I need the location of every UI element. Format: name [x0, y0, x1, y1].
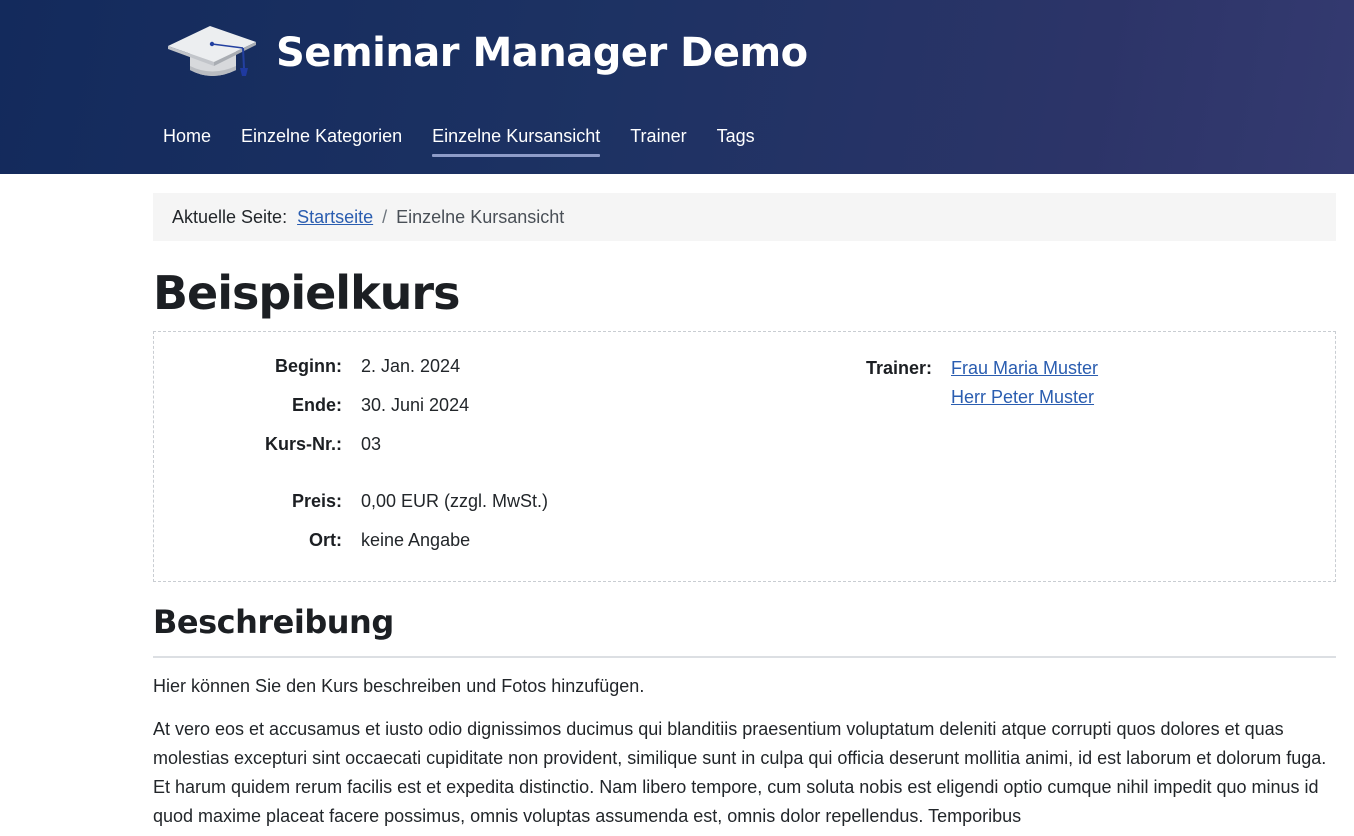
brand[interactable]: Seminar Manager Demo	[166, 20, 808, 86]
description-body: At vero eos et accusamus et iusto odio d…	[153, 719, 1327, 826]
breadcrumb: Aktuelle Seite: Startseite / Einzelne Ku…	[153, 193, 1336, 241]
course-number-value: 03	[361, 434, 382, 454]
detail-course-number: Kurs-Nr.: 03	[154, 432, 381, 456]
nav-item-home[interactable]: Home	[148, 120, 226, 157]
detail-begin: Beginn: 2. Jan. 2024	[154, 354, 460, 378]
nav-item-einzelne-kursansicht[interactable]: Einzelne Kursansicht	[417, 120, 615, 157]
trainer-block: Trainer: Frau Maria Muster Herr Peter Mu…	[754, 354, 1098, 412]
course-details: Beginn: 2. Jan. 2024 Ende: 30. Juni 2024…	[153, 331, 1336, 582]
description-intro: Hier können Sie den Kurs beschreiben und…	[153, 676, 645, 696]
description-heading: Beschreibung	[153, 602, 1336, 658]
detail-end: Ende: 30. Juni 2024	[154, 393, 469, 417]
page-title: Beispielkurs	[153, 266, 460, 320]
graduation-cap-icon	[168, 26, 256, 76]
main-nav: Home Einzelne Kategorien Einzelne Kursan…	[148, 120, 770, 157]
trainer-list: Frau Maria Muster Herr Peter Muster	[951, 354, 1098, 412]
end-value: 30. Juni 2024	[361, 395, 470, 415]
site-header: Seminar Manager Demo Home Einzelne Kateg…	[0, 0, 1354, 174]
price-label: Preis:	[291, 491, 342, 511]
breadcrumb-prefix: Aktuelle Seite:	[172, 206, 288, 227]
trainer-link[interactable]: Frau Maria Muster	[951, 354, 1098, 383]
begin-label: Beginn:	[275, 356, 342, 376]
detail-location: Ort: keine Angabe	[154, 528, 470, 552]
trainer-label: Trainer:	[865, 358, 932, 378]
trainer-link[interactable]: Herr Peter Muster	[951, 383, 1098, 412]
location-label: Ort:	[309, 530, 342, 550]
breadcrumb-current: Einzelne Kursansicht	[396, 206, 565, 227]
end-label: Ende:	[291, 395, 342, 415]
site-title: Seminar Manager Demo	[276, 30, 808, 76]
detail-price: Preis: 0,00 EUR (zzgl. MwSt.)	[154, 489, 548, 513]
nav-item-einzelne-kategorien[interactable]: Einzelne Kategorien	[226, 120, 417, 157]
main-content: Aktuelle Seite: Startseite / Einzelne Ku…	[153, 193, 1336, 831]
course-number-label: Kurs-Nr.:	[264, 434, 342, 454]
begin-value: 2. Jan. 2024	[361, 356, 461, 376]
nav-item-tags[interactable]: Tags	[702, 120, 770, 157]
nav-item-trainer[interactable]: Trainer	[615, 120, 701, 157]
price-value: 0,00 EUR (zzgl. MwSt.)	[361, 491, 549, 511]
breadcrumb-separator: /	[382, 206, 388, 227]
location-value: keine Angabe	[361, 530, 471, 550]
breadcrumb-home-link[interactable]: Startseite	[297, 207, 373, 228]
